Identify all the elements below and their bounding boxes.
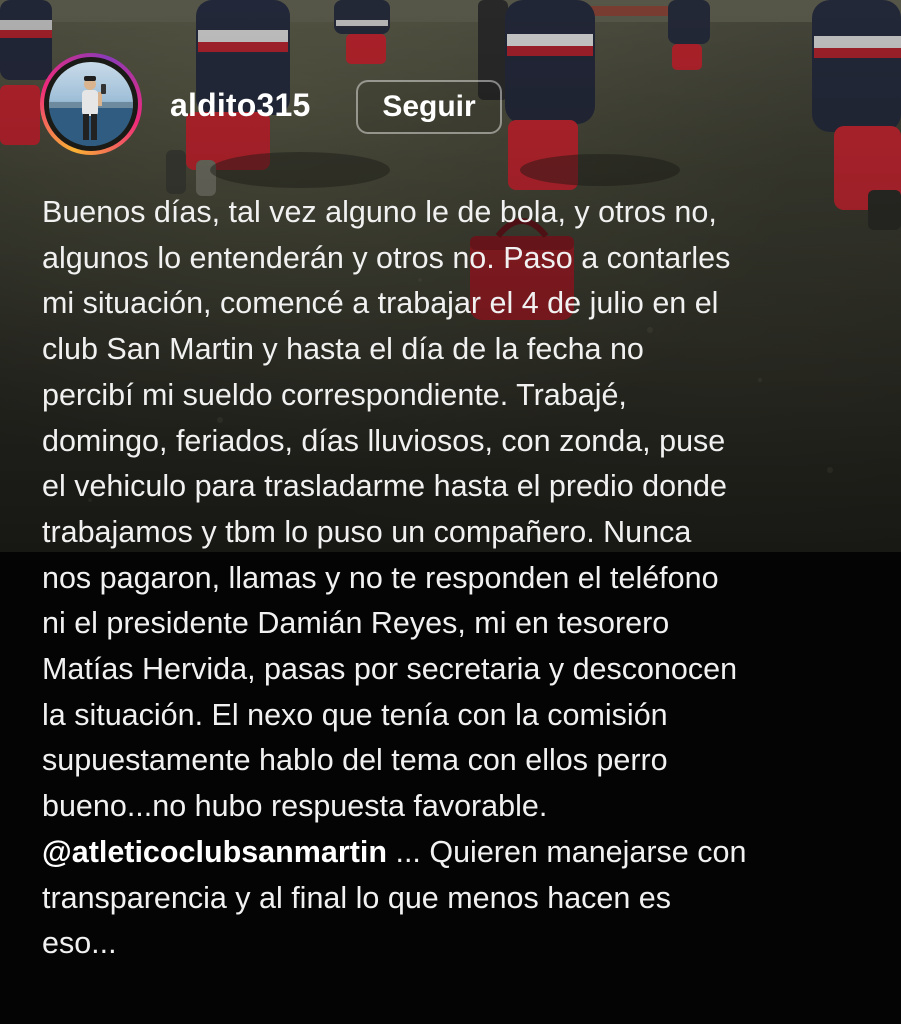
caption-line: transparencia y al final lo que menos ha… xyxy=(42,880,672,915)
caption-line: trabajamos y tbm lo puso un compañero. N… xyxy=(42,514,692,549)
caption-line-after-mention: ... Quieren manejarse con xyxy=(387,834,747,869)
follow-button-label: Seguir xyxy=(382,90,476,123)
caption-line: el vehiculo para trasladarme hasta el pr… xyxy=(42,469,727,504)
avatar[interactable] xyxy=(49,62,133,146)
caption-mention-line: @atleticoclubsanmartin ... Quieren manej… xyxy=(42,830,882,876)
caption-line: percibí mi sueldo correspondiente. Traba… xyxy=(42,377,627,412)
username[interactable]: aldito315 xyxy=(170,87,311,124)
follow-button[interactable]: Seguir xyxy=(356,80,502,134)
caption-line: Buenos días, tal vez alguno le de bola, … xyxy=(42,195,717,229)
caption-line: bueno...no hubo respuesta favorable. xyxy=(42,789,548,824)
post-viewer: aldito315 Seguir Buenos días, tal vez al… xyxy=(0,0,901,1024)
caption-line: nos pagaron, llamas y no te responden el… xyxy=(42,560,719,595)
avatar-border xyxy=(44,57,138,151)
profile-photo-icon xyxy=(49,76,133,146)
caption-line: supuestamente hablo del tema con ellos p… xyxy=(42,743,668,778)
story-ring[interactable] xyxy=(40,53,142,155)
caption-line: algunos lo entenderán y otros no. Paso a… xyxy=(42,240,731,275)
caption-line: domingo, feriados, días lluviosos, con z… xyxy=(42,423,726,458)
caption-line: la situación. El nexo que tenía con la c… xyxy=(42,697,668,732)
club-mention-link[interactable]: @atleticoclubsanmartin xyxy=(42,835,387,869)
post-caption: Buenos días, tal vez alguno le de bola, … xyxy=(42,190,882,967)
caption-line: mi situación, comencé a trabajar el 4 de… xyxy=(42,286,719,321)
caption-line: Matías Hervida, pasas por secretaria y d… xyxy=(42,652,738,687)
caption-line: eso... xyxy=(42,926,117,961)
caption-line: club San Martin y hasta el día de la fec… xyxy=(42,332,644,367)
caption-line: ni el presidente Damián Reyes, mi en tes… xyxy=(42,606,670,641)
